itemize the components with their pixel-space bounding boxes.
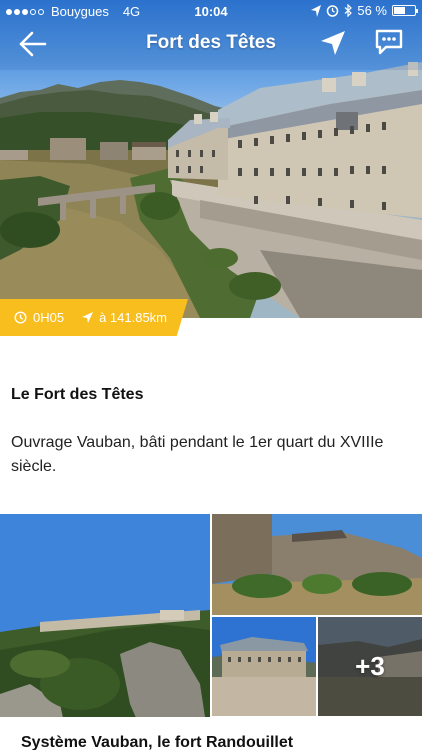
next-place-card[interactable]: Système Vauban, le fort Randouillet (0, 717, 422, 750)
status-right: 56 % (311, 3, 418, 18)
battery-icon (392, 5, 418, 16)
photo-gallery: +3 (0, 514, 422, 750)
status-bar: Bouygues 4G 10:04 56 % (0, 0, 422, 22)
battery-percent: 56 % (357, 3, 387, 18)
screen: Bouygues 4G 10:04 56 % Fort des Têtes 0H… (0, 0, 422, 750)
place-title: Le Fort des Têtes (11, 386, 144, 403)
distance-text: à 141.85km (99, 310, 168, 325)
bluetooth-icon (344, 4, 353, 17)
location-arrow-icon (82, 312, 94, 323)
location-services-icon (311, 4, 322, 17)
duration-info: 0H05 (14, 310, 64, 325)
gallery-photo-1[interactable] (0, 514, 210, 750)
place-description: Ouvrage Vauban, bâti pendant le 1er quar… (11, 434, 384, 475)
clock-icon (14, 311, 27, 324)
back-button[interactable] (18, 30, 48, 58)
comments-button[interactable] (374, 28, 404, 56)
navigation-arrow-icon (321, 31, 345, 55)
gallery-photo-3[interactable] (212, 617, 316, 716)
nav-bar: Fort des Têtes (0, 22, 422, 66)
page-title: Fort des Têtes (146, 32, 276, 53)
info-badge: 0H05 à 141.85km (0, 299, 188, 336)
comment-icon (375, 29, 403, 55)
arrow-left-icon (19, 31, 47, 57)
distance-info: à 141.85km (82, 310, 167, 325)
gallery-photo-2[interactable] (212, 514, 422, 615)
alarm-icon (327, 5, 339, 17)
more-photos-count: +3 (355, 651, 385, 681)
gallery-more-photos[interactable]: +3 (318, 617, 422, 716)
next-place-title: Système Vauban, le fort Randouillet (21, 734, 294, 750)
navigate-button[interactable] (318, 28, 348, 58)
duration-text: 0H05 (33, 310, 65, 325)
